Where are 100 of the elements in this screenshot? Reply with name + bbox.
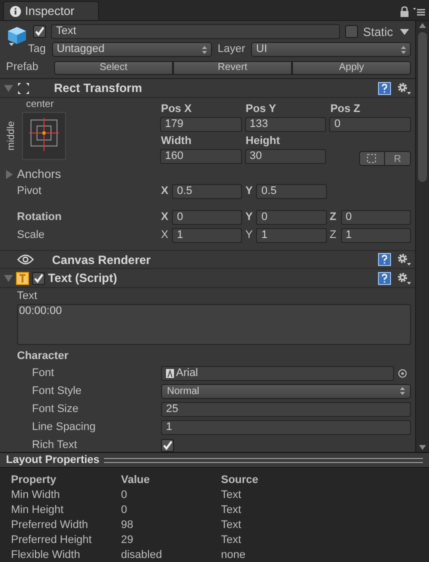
table-cell-text: disabled [121, 548, 163, 562]
spinner-icon [400, 387, 405, 395]
lock-icon[interactable] [400, 6, 409, 17]
number-field[interactable]: 1 [172, 228, 242, 242]
axis-label: X [161, 184, 170, 199]
property-label: Scale [17, 228, 46, 243]
axis-label: Z [330, 210, 338, 225]
number-field[interactable]: 0 [340, 210, 411, 224]
cube-icon[interactable] [6, 24, 28, 46]
settings-icon[interactable] [397, 272, 411, 284]
anchors-label[interactable]: Anchors [17, 165, 62, 183]
font-icon [166, 368, 174, 378]
number-field[interactable]: 25 [161, 402, 411, 416]
active-checkbox[interactable] [33, 25, 46, 38]
table-cell-text: Min Height [11, 503, 65, 517]
dropdown-arrow-icon[interactable] [400, 28, 409, 34]
column-header: Source [221, 473, 260, 487]
anchor-preset-icon[interactable] [22, 112, 66, 160]
scrollbar[interactable] [415, 21, 429, 452]
eye-icon [17, 254, 34, 265]
field-label: Height [244, 134, 281, 149]
number-field[interactable]: 30 [244, 149, 326, 164]
text-component-icon [16, 272, 29, 284]
column-header: Property [11, 473, 58, 487]
info-icon [10, 6, 21, 16]
property-label: Line Spacing [32, 420, 97, 435]
property-label: Font Size [32, 402, 80, 417]
section-header: Character [17, 349, 70, 364]
table-cell-text: Text [221, 488, 242, 502]
property-label: Pivot [17, 184, 42, 199]
number-field[interactable]: 0.5 [172, 184, 242, 198]
number-field[interactable]: 179 [160, 117, 242, 132]
menu-icon[interactable] [413, 7, 425, 16]
property-label: Font Style [32, 384, 83, 399]
field-label: Pos X [160, 102, 193, 117]
tag-label: Tag [28, 42, 46, 58]
checkbox[interactable] [161, 438, 174, 452]
scroll-up-icon[interactable] [419, 23, 426, 28]
number-field[interactable]: 0 [172, 210, 242, 224]
axis-label: Y [245, 184, 254, 199]
number-field[interactable]: 0.5 [256, 184, 327, 198]
component-title: Canvas Renderer [52, 252, 151, 268]
scrollbar-thumb[interactable] [418, 32, 427, 182]
number-field[interactable]: 1 [256, 228, 327, 242]
property-label: Rotation [17, 210, 63, 225]
axis-label: X [161, 210, 170, 225]
font-style-dropdown[interactable]: Normal [161, 384, 411, 398]
object-picker-icon[interactable] [398, 368, 407, 378]
number-field[interactable]: 1 [161, 420, 411, 434]
help-icon[interactable] [378, 272, 391, 284]
static-checkbox[interactable] [344, 25, 358, 38]
name-field[interactable]: Text [51, 24, 340, 39]
prefab-button[interactable]: Select [54, 60, 173, 74]
table-cell-text: none [221, 548, 246, 562]
raw-edit-button[interactable]: R [384, 152, 410, 164]
axis-label: Y [245, 228, 254, 243]
table-cell-text: Preferred Width [11, 518, 90, 532]
number-field[interactable]: 0 [329, 117, 411, 132]
field-label: Pos Z [329, 102, 362, 117]
layer-label: Layer [218, 42, 246, 58]
enabled-checkbox[interactable] [32, 272, 45, 284]
layer-dropdown[interactable]: UI [251, 42, 411, 57]
property-label: Font [32, 366, 56, 381]
help-icon[interactable] [378, 82, 391, 94]
table-cell-text: Min Width [11, 488, 61, 502]
field-label: Pos Y [244, 102, 278, 117]
number-field[interactable]: 1 [340, 228, 411, 242]
settings-icon[interactable] [397, 82, 411, 94]
blueprint-mode-button[interactable] [360, 152, 385, 164]
dashed-square-icon [367, 154, 376, 162]
inspector-tab[interactable]: Inspector [3, 1, 99, 20]
anchor-horizontal-label: center [26, 98, 54, 112]
spinner-icon [202, 46, 207, 54]
tag-dropdown[interactable]: Untagged [52, 42, 212, 57]
number-field[interactable]: 133 [244, 117, 326, 132]
text-area[interactable]: 00:00:00 [17, 304, 411, 345]
rect-transform-icon [17, 82, 30, 94]
settings-icon[interactable] [397, 253, 411, 266]
table-cell-text: 0 [121, 503, 128, 517]
help-icon[interactable] [378, 253, 391, 266]
anchor-vertical-label: middle [5, 121, 18, 151]
panel-title: Layout Properties [6, 452, 100, 468]
object-field[interactable]: Arial [161, 366, 394, 380]
axis-label: Y [245, 210, 254, 225]
scroll-down-icon[interactable] [419, 445, 426, 450]
number-field[interactable]: 160 [160, 149, 242, 164]
table-cell-text: Text [221, 503, 242, 517]
spinner-icon [401, 46, 406, 54]
prefab-button[interactable]: Apply [292, 60, 411, 74]
component-title: Text (Script) [48, 270, 118, 287]
component-title: Rect Transform [54, 80, 142, 97]
prefab-button[interactable]: Revert [173, 60, 292, 74]
axis-label: Z [330, 228, 338, 243]
number-field[interactable]: 0 [256, 210, 327, 224]
table-cell-text: 29 [121, 533, 134, 547]
table-cell-text: 0 [121, 488, 128, 502]
table-cell-text: Text [221, 518, 242, 532]
axis-label: X [161, 228, 170, 243]
table-cell-text: Text [221, 533, 242, 547]
table-cell-text: Preferred Height [11, 533, 93, 547]
